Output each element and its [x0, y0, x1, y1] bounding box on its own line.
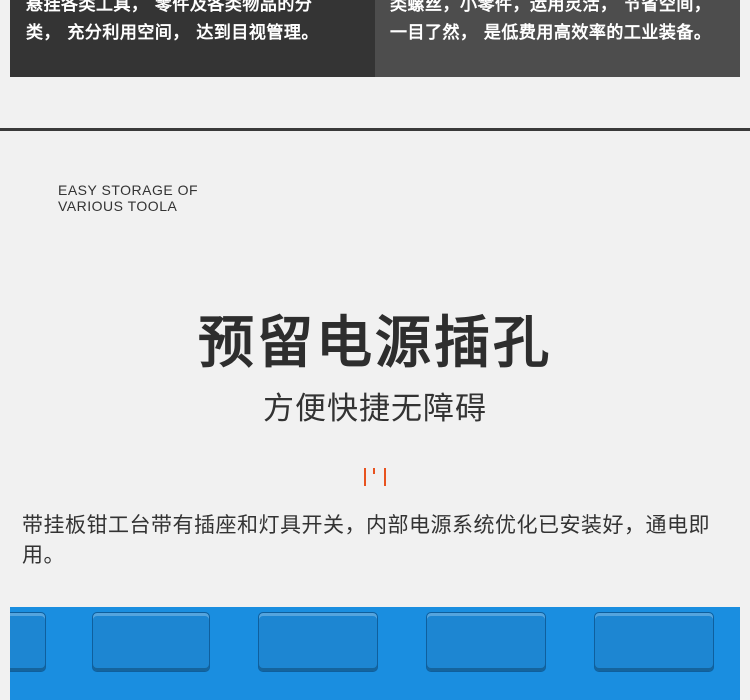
- banner-panel-right: 类螺丝，小零件，运用灵活， 节省空间， 一目了然， 是低费用高效率的工业装备。: [375, 0, 740, 77]
- accent-mark: [384, 468, 386, 486]
- accent-mark: [373, 468, 375, 474]
- banner-right-line-1: 类螺丝，小零件，运用灵活， 节省空间，: [390, 0, 712, 15]
- accent-marks-icon: [364, 466, 388, 486]
- banner-right-line-2: 一目了然， 是低费用高效率的工业装备。: [390, 23, 712, 43]
- pegboard-slot: [10, 612, 46, 672]
- pegboard-slot: [92, 612, 210, 672]
- section-divider: [0, 128, 750, 131]
- accent-mark: [364, 468, 366, 486]
- product-description: 带挂板钳工台带有插座和灯具开关，内部电源系统优化已安装好，通电即用。: [22, 513, 710, 567]
- english-caption-line-2: VARIOUS TOOLA: [58, 198, 178, 214]
- page-title: 预留电源插孔: [198, 311, 552, 376]
- banner-panel-left: 悬挂各类工具， 零件及各类物品的分 类， 充分利用空间， 达到目视管理。: [10, 0, 375, 77]
- banner-left-line-2: 类， 充分利用空间， 达到目视管理。: [26, 23, 319, 43]
- pegboard-slot: [594, 612, 714, 672]
- banner-left-line-1: 悬挂各类工具， 零件及各类物品的分: [26, 0, 313, 15]
- english-caption-line-1: EASY STORAGE OF: [58, 182, 199, 198]
- pegboard-slot: [426, 612, 546, 672]
- top-banner: 悬挂各类工具， 零件及各类物品的分 类， 充分利用空间， 达到目视管理。 类螺丝…: [10, 0, 740, 77]
- pegboard-image: [10, 607, 740, 700]
- page-subtitle: 方便快捷无障碍: [263, 391, 487, 427]
- english-caption: EASY STORAGE OF VARIOUS TOOLA: [58, 182, 198, 214]
- pegboard-slot: [258, 612, 378, 672]
